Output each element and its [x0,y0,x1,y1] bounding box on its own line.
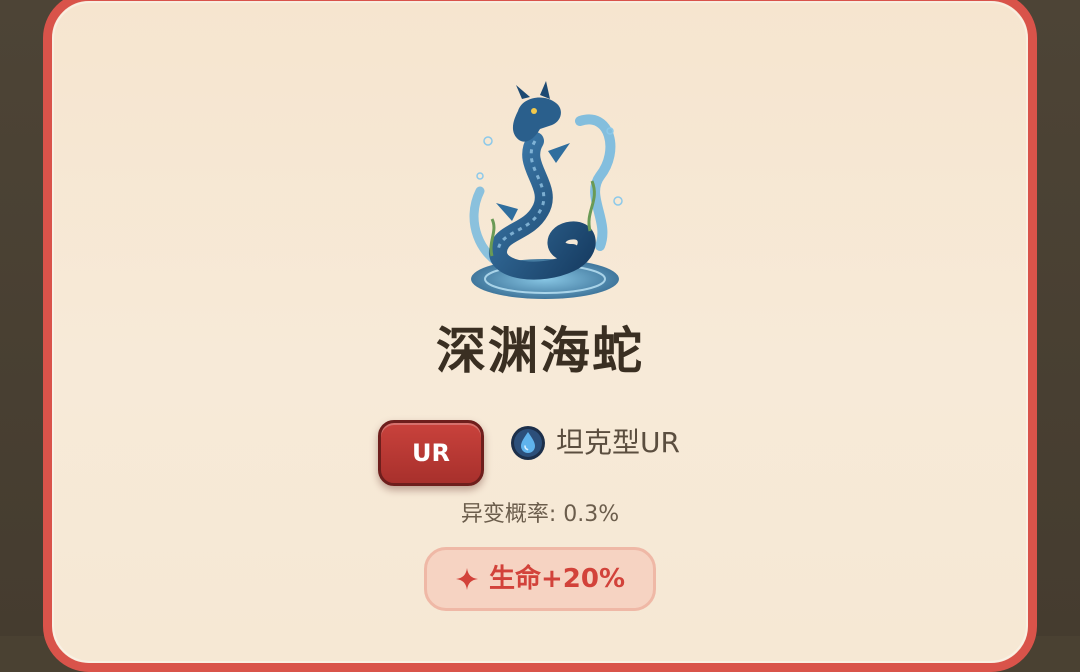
creature-card: 深渊海蛇 UR 坦克型UR 异变概率: 0.3% 生命+20% [43,0,1037,672]
sea-serpent-image [469,81,623,299]
mutation-rate: 异变概率: 0.3% [460,502,620,527]
type-group: 坦克型UR [510,419,680,467]
type-label: 坦克型UR [556,426,680,459]
creature-name: 深渊海蛇 [436,322,644,380]
rarity-row: UR 坦克型UR [52,415,1028,489]
bonus-text: 生命+20% [488,564,626,594]
rarity-badge[interactable]: UR [378,420,484,486]
water-drop-icon [511,426,545,460]
sparkle-icon [455,568,478,590]
bonus-pill: 生命+20% [424,547,656,611]
